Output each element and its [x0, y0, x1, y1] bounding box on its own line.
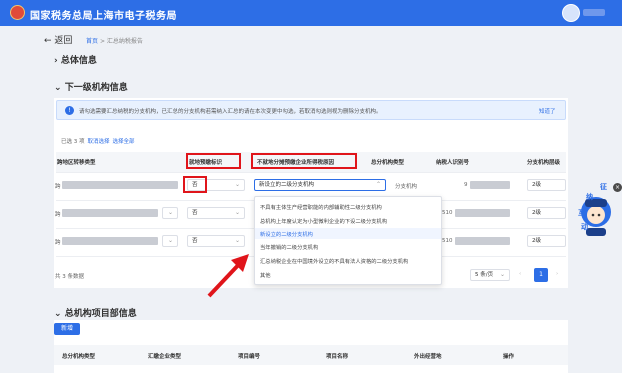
chevron-down-icon: ⌄ [234, 181, 240, 188]
reason-dropdown-menu: 不具有主体生产经营职能的内部辅助性二级分支机构 总机构上年度认定为小型微利企业的… [254, 196, 442, 285]
col-transfer-type: 跨地区转移类型 [57, 160, 96, 166]
proj-col-project-name: 项目名称 [326, 354, 349, 360]
projects-table-header [54, 345, 568, 365]
interaction-mascot[interactable]: 征 纳 互 动 [578, 182, 614, 240]
info-icon: ! [65, 106, 74, 115]
col-org-type: 总分机构类型 [371, 160, 405, 166]
row2-id-redacted [455, 209, 510, 217]
chevron-down-icon: ⌄ [167, 237, 173, 244]
col-branch-level: 分支机构层级 [527, 160, 561, 166]
row1-redacted [62, 181, 178, 189]
tax-bureau-logo-icon [10, 5, 25, 20]
row1-transfer-type: 跨 [55, 184, 61, 190]
row2-type-select[interactable]: ⌄ [162, 207, 178, 219]
row2-transfer-type: 跨 [55, 212, 61, 218]
section-projects-toggle[interactable]: ⌄ 总机构项目部信息 [54, 306, 137, 319]
highlight-box-prepay-header [186, 153, 241, 169]
chevron-down-icon: ⌄ [167, 209, 173, 216]
row3-taxpayer-id: 510 [442, 238, 453, 244]
row2-prepay-select[interactable]: 否 ⌄ [187, 207, 245, 219]
back-button[interactable]: ← 返回 [44, 33, 72, 46]
proj-col-location: 外出经营地 [414, 354, 442, 360]
row2-redacted [62, 209, 158, 217]
add-project-button[interactable]: 新增 [54, 323, 80, 335]
red-arrow-annotation-icon [207, 254, 249, 298]
proj-col-org-type: 总分机构类型 [62, 354, 96, 360]
breadcrumb: 首页 > 汇总纳税报告 [86, 38, 143, 45]
row3-transfer-type: 跨 [55, 240, 61, 246]
arrow-left-icon: ← [44, 36, 52, 46]
top-bar: 国家税务总局上海市电子税务局 [0, 0, 622, 26]
row2-level-select[interactable]: 2级 [527, 207, 566, 219]
section-general-toggle[interactable]: › 总体信息 [54, 53, 97, 66]
chevron-down-icon: ⌄ [234, 237, 240, 244]
row1-org-type: 分支机构 [395, 184, 418, 190]
chevron-down-icon: ⌄ [54, 309, 62, 319]
row3-type-select[interactable]: ⌄ [162, 235, 178, 247]
row3-prepay-select[interactable]: 否 ⌄ [187, 235, 245, 247]
chevron-down-icon: ⌄ [54, 83, 62, 93]
breadcrumb-current: 汇总纳税报告 [106, 38, 143, 45]
chevron-right-icon: › [54, 56, 58, 66]
prev-page-icon[interactable]: ‹ [519, 271, 521, 277]
row3-id-redacted [455, 237, 510, 245]
dropdown-option[interactable]: 不具有主体生产经营职能的内部辅助性二级分支机构 [260, 203, 382, 211]
row1-taxpayer-id: 9 [464, 182, 468, 188]
next-page-icon[interactable]: › [556, 271, 558, 277]
row1-id-redacted [470, 181, 510, 189]
chevron-down-icon: ⌄ [499, 271, 505, 278]
dropdown-option[interactable]: 当年撤销的二级分支机构 [260, 243, 318, 251]
selection-info: 已选 3 项取消选择 选择全部 [61, 139, 135, 145]
dropdown-option[interactable]: 总机构上年度认定为小型微利企业的下设二级分支机构 [260, 217, 387, 225]
chevron-up-icon: ⌃ [375, 181, 381, 188]
user-name-redacted[interactable] [583, 9, 605, 16]
proj-col-enterprise-type: 汇缴企业类型 [148, 354, 182, 360]
dropdown-option[interactable]: 其他 [260, 271, 271, 279]
row3-level-select[interactable]: 2级 [527, 235, 566, 247]
total-count: 共 3 条数据 [55, 274, 84, 280]
user-avatar[interactable] [562, 4, 580, 22]
proj-col-actions: 操作 [503, 354, 515, 360]
notice-text: 请勾选需要汇总纳税的分支机构，已汇总的分支机构若需纳入汇总的请在本次变更中勾选，… [79, 109, 382, 115]
dropdown-option[interactable]: 汇总纳税企业在中国境外设立的不具有法人资格的二级分支机构 [260, 257, 408, 265]
breadcrumb-home[interactable]: 首页 [86, 38, 98, 45]
row3-redacted [62, 237, 158, 245]
row2-taxpayer-id: 510 [442, 210, 453, 216]
close-icon[interactable]: × [613, 183, 622, 192]
chevron-down-icon: ⌄ [234, 209, 240, 216]
notice-dismiss-link[interactable]: 知道了 [539, 107, 556, 115]
dropdown-option-selected[interactable]: 新设立的二级分支机构 [260, 230, 313, 238]
highlight-box-prepay-value [183, 176, 207, 193]
proj-col-project-no: 项目编号 [238, 354, 261, 360]
row1-reason-select[interactable]: 新设立的二级分支机构 ⌃ [254, 179, 386, 191]
select-all-link[interactable]: 选择全部 [113, 139, 135, 145]
cancel-selection-link[interactable]: 取消选择 [88, 139, 110, 145]
highlight-box-reason-header [251, 153, 357, 169]
page-size-select[interactable]: 5 条/页 ⌄ [470, 269, 510, 281]
page-1-button[interactable]: 1 [534, 268, 548, 282]
col-taxpayer-id: 纳税人识别号 [436, 160, 470, 166]
app-title: 国家税务总局上海市电子税务局 [30, 11, 177, 22]
section-branches-toggle[interactable]: ⌄ 下一级机构信息 [54, 80, 128, 93]
notice-banner: ! 请勾选需要汇总纳税的分支机构，已汇总的分支机构若需纳入汇总的请在本次变更中勾… [56, 100, 566, 120]
row1-level-select[interactable]: 2级 [527, 179, 566, 191]
